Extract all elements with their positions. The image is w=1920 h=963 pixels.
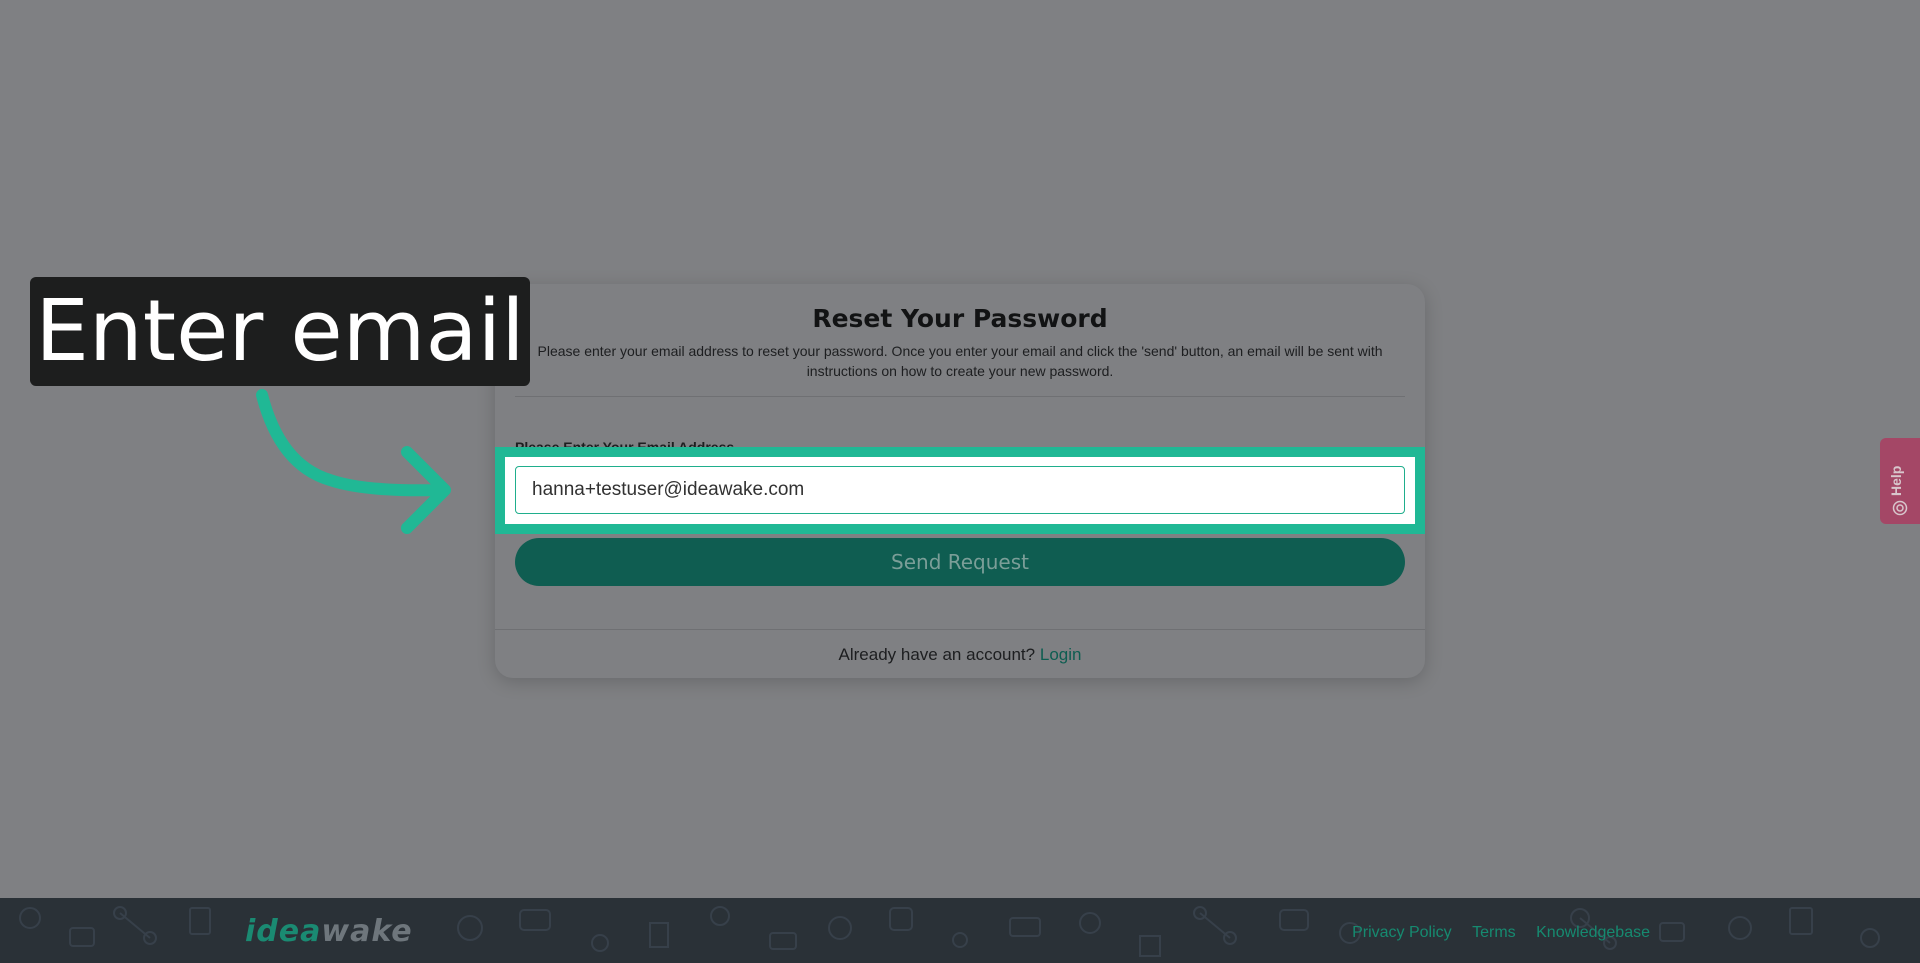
lifebuoy-icon [1892,500,1908,516]
footer: ideawake Privacy Policy Terms Knowledgeb… [0,898,1920,963]
help-label: Help [1888,465,1904,496]
page-title: Reset Your Password [812,304,1108,333]
email-field[interactable] [515,466,1405,514]
account-prompt-text: Already have an account? [838,645,1036,664]
account-prompt: Already have an account? Login [495,645,1425,665]
input-highlight [495,447,1425,534]
send-request-button[interactable]: Send Request [515,538,1405,586]
divider [495,629,1425,630]
help-tab[interactable]: Help [1880,438,1920,524]
login-link[interactable]: Login [1040,645,1082,664]
footer-links: Privacy Policy Terms Knowledgebase [1336,924,1650,942]
terms-link[interactable]: Terms [1472,924,1516,941]
instructions-text: Please enter your email address to reset… [537,343,1383,379]
divider [515,396,1405,397]
ideawake-logo[interactable]: ideawake [245,914,413,949]
annotation-callout: Enter email [30,277,530,386]
privacy-policy-link[interactable]: Privacy Policy [1352,924,1452,941]
knowledgebase-link[interactable]: Knowledgebase [1536,924,1650,941]
arrow-icon [256,389,451,534]
